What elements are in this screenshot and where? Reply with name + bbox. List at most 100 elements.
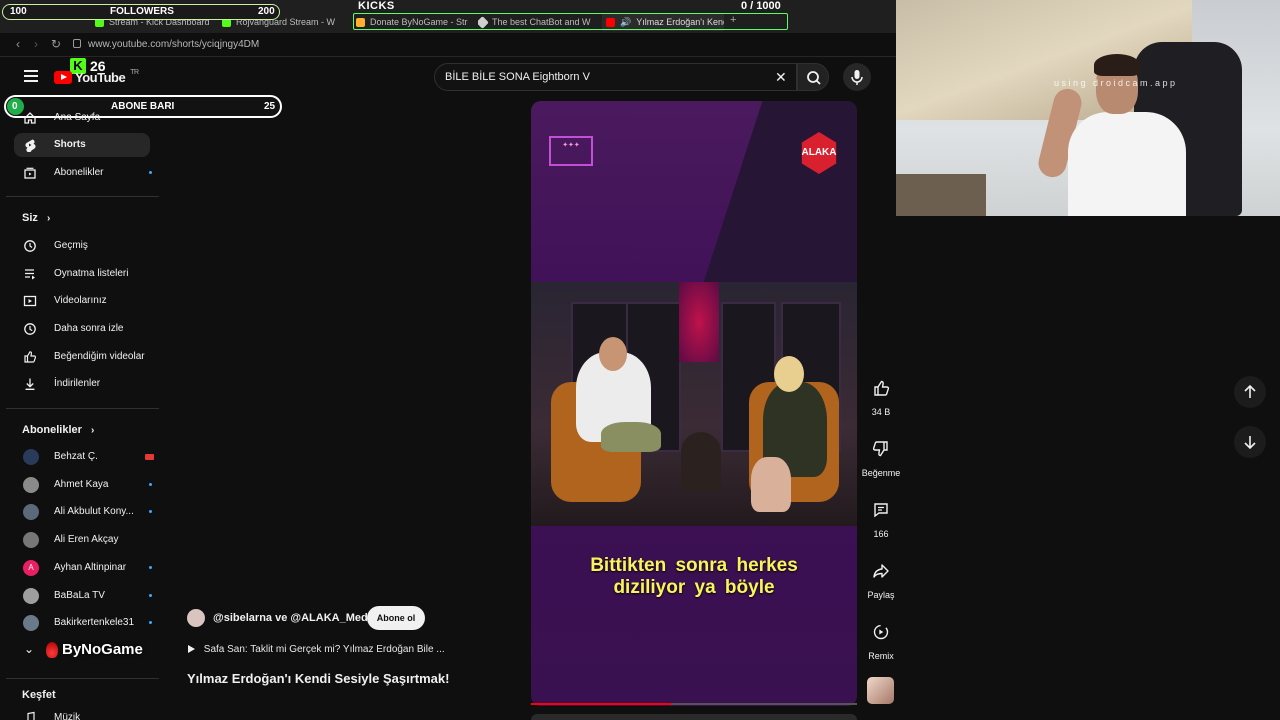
chevron-down-icon: ⌄: [24, 642, 35, 656]
channel-avatar[interactable]: [187, 609, 205, 627]
desk-items: [896, 174, 986, 216]
new-content-dot: [149, 594, 152, 597]
music-icon: [27, 711, 35, 720]
sidebar-you-header[interactable]: Siz ›: [22, 212, 50, 224]
share-label: Paylaş: [867, 590, 895, 600]
new-content-dot: [149, 510, 152, 513]
comment-icon: [874, 503, 888, 518]
sidebar-sub-ali-akbulut[interactable]: Ali Akbulut Kony...: [14, 500, 152, 524]
sidebar-item-history[interactable]: Geçmiş: [14, 234, 150, 258]
sidebar-sub-behzat[interactable]: Behzat Ç.: [14, 445, 154, 469]
thumbs-down-icon: [872, 441, 888, 457]
bynogame-logo-icon: [46, 641, 58, 658]
bynogame-brand-overlay: ByNoGame: [46, 641, 143, 658]
microphone-icon: [851, 70, 863, 85]
share-button[interactable]: Paylaş: [860, 557, 902, 600]
new-content-dot: [149, 566, 152, 569]
next-short-button[interactable]: [1234, 426, 1266, 458]
live-indicator-icon: [145, 454, 154, 460]
subscribe-button[interactable]: Abone ol: [367, 606, 425, 630]
back-icon[interactable]: ‹: [16, 37, 20, 51]
remix-icon: [873, 624, 889, 640]
sidebar-explore-header: Keşfet: [22, 689, 56, 701]
sidebar-item-your-videos[interactable]: Videolarınız: [14, 289, 150, 313]
show-logo: ✦✦✦: [549, 136, 593, 166]
sidebar-item-playlists[interactable]: Oynatma listeleri: [14, 262, 150, 286]
thumbs-up-icon: [874, 380, 890, 396]
reload-icon[interactable]: ↻: [51, 37, 61, 51]
channel-avatar: A: [23, 560, 39, 576]
shorts-video-player[interactable]: ✦✦✦ ALAKA Bittikten sonra herkes diziliy…: [531, 101, 857, 706]
sidebar-sub-bakirkertenkele[interactable]: Bakirkertenkele31: [14, 611, 152, 635]
kicks-count: 0 / 1000: [741, 0, 781, 12]
sidebar-sub-ayhan[interactable]: A Ayhan Altinpinar: [14, 556, 152, 580]
channel-avatar: [23, 532, 39, 548]
chevron-right-icon: ›: [90, 425, 95, 436]
liked-videos-icon: [24, 351, 37, 363]
sidebar: Ana Sayfa Shorts Abonelikler Siz › Geçmi…: [0, 100, 160, 720]
arrow-down-icon: [1244, 436, 1256, 450]
sidebar-sub-ahmet-kaya[interactable]: Ahmet Kaya: [14, 473, 152, 497]
sidebar-sub-ali-eren[interactable]: Ali Eren Akçay: [14, 528, 150, 552]
search-button[interactable]: [797, 63, 829, 91]
sidebar-item-liked-videos[interactable]: Beğendiğim videolar: [14, 345, 150, 369]
like-button[interactable]: 34 B: [860, 374, 902, 417]
sidebar-divider: [6, 196, 159, 197]
streamer-hair: [1094, 54, 1140, 76]
sidebar-item-music[interactable]: Müzik: [14, 706, 150, 720]
followers-label: FOLLOWERS: [110, 6, 174, 17]
chevron-right-icon: ›: [46, 213, 51, 224]
sidebar-item-shorts[interactable]: Shorts: [14, 133, 150, 157]
youtube-logo[interactable]: YouTube TR: [54, 69, 139, 85]
search-input[interactable]: BİLE BİLE SONA Eightborn V: [445, 71, 590, 83]
history-icon: [24, 240, 36, 252]
related-video-link[interactable]: Safa San: Taklit mi Gerçek mi? Yılmaz Er…: [188, 644, 445, 655]
video-progress-fill: [531, 703, 672, 705]
sidebar-item-subscriptions[interactable]: Abonelikler: [14, 161, 152, 185]
sidebar-item-watch-later[interactable]: Daha sonra izle: [14, 317, 150, 341]
forward-icon[interactable]: ›: [34, 37, 38, 51]
remix-button[interactable]: Remix: [860, 618, 902, 661]
search-box[interactable]: BİLE BİLE SONA Eightborn V ✕: [434, 63, 797, 91]
channel-names[interactable]: @sibelarna ve @ALAKA_Media: [213, 612, 377, 624]
short-title: Yılmaz Erdoğan'ı Kendi Sesiyle Şaşırtmak…: [187, 671, 450, 686]
next-short-preview[interactable]: [531, 714, 857, 720]
sidebar-sub-babala[interactable]: BaBaLa TV: [14, 584, 152, 608]
followers-min: 100: [10, 6, 27, 17]
url-field[interactable]: www.youtube.com/shorts/yciqjngy4DM: [88, 39, 259, 50]
remix-label: Remix: [868, 651, 894, 661]
play-icon: [188, 645, 195, 654]
channel-avatar: [23, 504, 39, 520]
home-icon: [24, 112, 36, 124]
woman-legs: [751, 457, 791, 512]
hamburger-menu-icon[interactable]: [24, 70, 38, 85]
watch-later-icon: [24, 323, 36, 335]
comments-button[interactable]: 166: [860, 496, 902, 539]
youtube-logo-text: YouTube: [75, 70, 126, 85]
youtube-play-icon: [54, 71, 72, 84]
video-frame-scene: [531, 282, 857, 526]
share-icon: [873, 564, 889, 578]
region-code: TR: [130, 69, 139, 76]
sidebar-divider: [6, 408, 159, 409]
sidebar-item-home[interactable]: Ana Sayfa: [14, 106, 150, 130]
voice-search-button[interactable]: [843, 63, 871, 91]
previous-short-button[interactable]: [1234, 376, 1266, 408]
channel-avatar: [23, 588, 39, 604]
side-table: [681, 432, 721, 492]
comments-count: 166: [873, 529, 889, 539]
subscriptions-icon: [24, 167, 36, 179]
video-caption: Bittikten sonra herkes diziliyor ya böyl…: [590, 555, 798, 598]
kicks-label: KICKS: [358, 0, 395, 12]
video-progress-bar[interactable]: [531, 703, 857, 705]
dislike-label: Beğenme: [861, 468, 901, 478]
sidebar-item-downloads[interactable]: İndirilenler: [14, 372, 150, 396]
kicks-goal-bar: [353, 13, 788, 30]
clear-search-icon[interactable]: ✕: [775, 69, 787, 86]
new-content-dot: [149, 171, 152, 174]
sound-thumbnail[interactable]: [867, 677, 894, 704]
dislike-button[interactable]: Beğenme: [860, 435, 902, 478]
sidebar-subscriptions-header[interactable]: Abonelikler ›: [22, 424, 94, 436]
background-light: [679, 282, 719, 362]
new-content-dot: [149, 621, 152, 624]
